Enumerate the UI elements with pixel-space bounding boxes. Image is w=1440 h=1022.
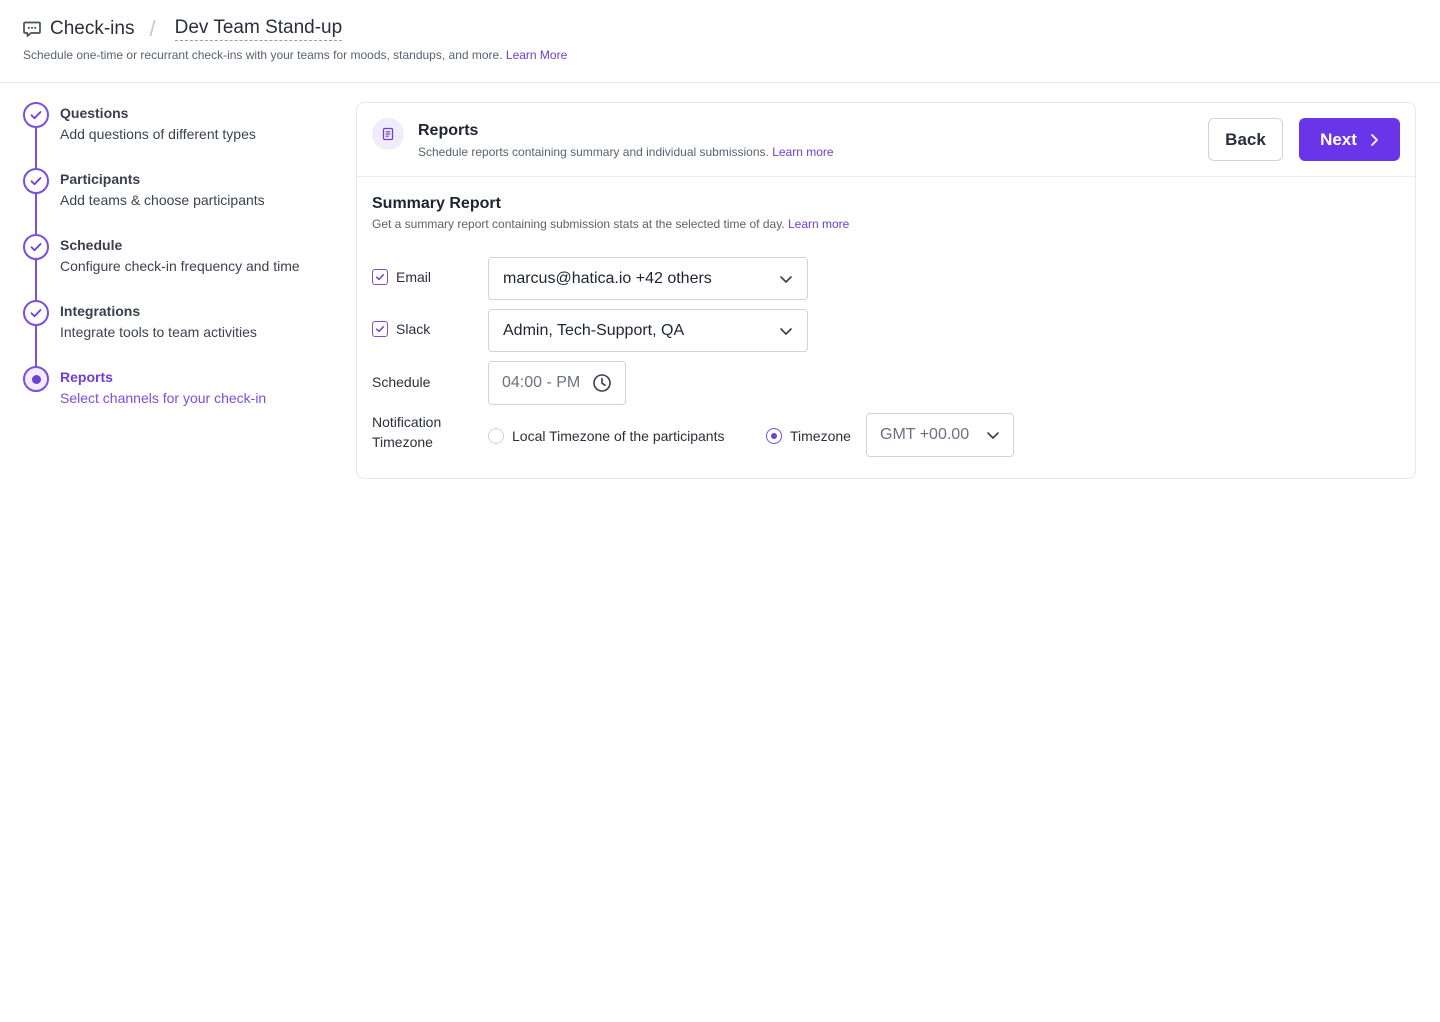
email-checkbox[interactable]: [372, 269, 388, 285]
checkmark-icon: [376, 274, 385, 281]
step-description: Configure check-in frequency and time: [60, 258, 300, 274]
card-header: Reports Schedule reports containing summ…: [357, 103, 1415, 177]
timezone-label: Timezone: [790, 428, 851, 444]
checkin-name[interactable]: Dev Team Stand-up: [174, 17, 343, 41]
timezone-option[interactable]: Timezone: [766, 428, 851, 444]
timezone-value: GMT +00.00: [880, 426, 970, 443]
step-description: Integrate tools to team activities: [60, 324, 257, 340]
step-reports[interactable]: Reports Select channels for your check-i…: [23, 366, 343, 432]
timezone-radio[interactable]: [766, 428, 782, 444]
schedule-label: Schedule: [372, 374, 431, 390]
slack-checkbox[interactable]: [372, 321, 388, 337]
check-icon: [23, 234, 49, 260]
section-subtitle: Get a summary report containing submissi…: [372, 217, 849, 231]
step-connector: [35, 194, 37, 234]
chat-icon: [23, 20, 41, 38]
step-schedule[interactable]: Schedule Configure check-in frequency an…: [23, 234, 343, 300]
check-icon: [23, 168, 49, 194]
timezone-select[interactable]: GMT +00.00: [866, 413, 1014, 457]
local-timezone-option[interactable]: Local Timezone of the participants: [488, 428, 724, 444]
notification-timezone-line2: Timezone: [372, 434, 433, 450]
page-subtitle: Schedule one-time or recurrant check-ins…: [23, 48, 567, 62]
page-header: Check-ins / Dev Team Stand-up Schedule o…: [0, 0, 1440, 83]
email-recipients-select[interactable]: marcus@hatica.io +42 others: [488, 257, 808, 300]
section-subtitle-text: Get a summary report containing submissi…: [372, 217, 785, 231]
step-title: Reports: [60, 369, 113, 385]
step-title: Questions: [60, 105, 129, 121]
step-description: Add questions of different types: [60, 126, 256, 142]
step-title: Participants: [60, 171, 141, 187]
section-learn-more-link[interactable]: Learn more: [788, 217, 849, 231]
card-subtitle: Schedule reports containing summary and …: [418, 145, 834, 159]
card-subtitle-text: Schedule reports containing summary and …: [418, 145, 769, 159]
step-title: Schedule: [60, 237, 123, 253]
slack-channels-value: Admin, Tech-Support, QA: [503, 321, 685, 339]
email-label: Email: [396, 269, 432, 285]
chevron-right-icon: [1371, 133, 1378, 146]
slack-label: Slack: [396, 321, 431, 337]
local-timezone-radio[interactable]: [488, 428, 504, 444]
section-title: Summary Report: [372, 195, 501, 212]
email-recipients-value: marcus@hatica.io +42 others: [503, 269, 712, 287]
card-learn-more-link[interactable]: Learn more: [772, 145, 833, 159]
step-participants[interactable]: Participants Add teams & choose particip…: [23, 168, 343, 234]
check-icon: [23, 102, 49, 128]
clock-icon: [593, 374, 611, 392]
breadcrumb-root[interactable]: Check-ins: [50, 18, 134, 40]
card-title: Reports: [418, 122, 479, 139]
local-timezone-label: Local Timezone of the participants: [512, 428, 725, 444]
step-navigator: Questions Add questions of different typ…: [23, 102, 343, 432]
document-icon: [372, 118, 404, 150]
next-button-label: Next: [1320, 129, 1357, 149]
page-subtitle-text: Schedule one-time or recurrant check-ins…: [23, 48, 503, 62]
step-connector: [35, 128, 37, 168]
schedule-time-input[interactable]: 04:00 - PM: [488, 361, 626, 405]
email-option[interactable]: Email: [372, 269, 431, 285]
schedule-time-value: 04:00 - PM: [502, 374, 581, 391]
breadcrumb: Check-ins / Dev Team Stand-up: [23, 16, 343, 42]
step-description: Select channels for your check-in: [60, 390, 267, 406]
notification-timezone-line1: Notification: [372, 414, 442, 430]
step-connector: [35, 260, 37, 300]
step-description: Add teams & choose participants: [60, 192, 265, 208]
step-questions[interactable]: Questions Add questions of different typ…: [23, 102, 343, 168]
current-step-dot: [31, 374, 41, 384]
slack-channels-select[interactable]: Admin, Tech-Support, QA: [488, 309, 808, 352]
step-integrations[interactable]: Integrations Integrate tools to team act…: [23, 300, 343, 366]
check-icon: [23, 300, 49, 326]
next-button[interactable]: Next: [1299, 118, 1400, 161]
breadcrumb-separator: /: [149, 16, 156, 41]
notification-timezone-label: Notification Timezone: [372, 412, 472, 452]
radio-selected-dot: [771, 433, 777, 439]
slack-option[interactable]: Slack: [372, 321, 430, 337]
reports-card: Reports Schedule reports containing summ…: [356, 102, 1416, 479]
checkmark-icon: [376, 326, 385, 333]
back-button[interactable]: Back: [1208, 118, 1283, 161]
chevron-down-icon: [780, 327, 792, 335]
learn-more-link[interactable]: Learn More: [506, 48, 567, 62]
current-step-icon: [23, 366, 49, 392]
step-connector: [35, 326, 37, 366]
step-title: Integrations: [60, 303, 141, 319]
chevron-down-icon: [780, 275, 792, 283]
chevron-down-icon: [987, 432, 999, 439]
